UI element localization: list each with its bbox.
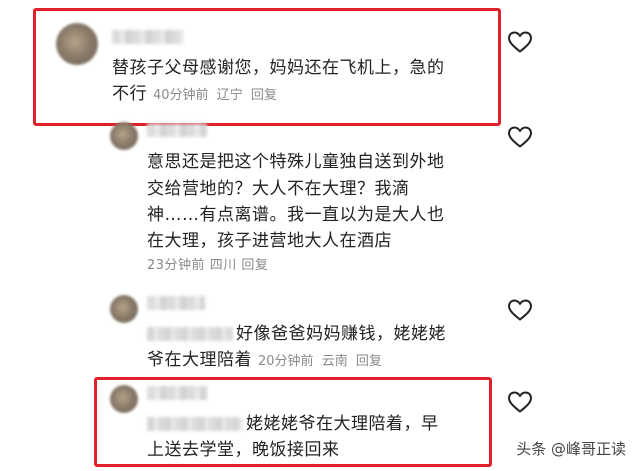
avatar[interactable] [110, 122, 138, 150]
avatar[interactable] [110, 385, 138, 413]
comment-text-line: 爷在大理陪着 20分钟前 云南 回复 [147, 350, 386, 372]
reply-to-blurred [147, 327, 233, 341]
comment-time: 40分钟前 [153, 88, 209, 103]
comment-location: 四川 [209, 258, 237, 273]
username-blurred[interactable] [147, 296, 205, 310]
reply-link[interactable]: 回复 [241, 258, 268, 273]
like-heart-icon[interactable] [507, 125, 533, 149]
comment-meta: 20分钟前 云南 回复 [258, 354, 386, 369]
comment-text-line: 好像爸爸妈妈赚钱，姥姥姥 [147, 324, 446, 344]
comment-time: 20分钟前 [258, 354, 314, 369]
comment-time: 23分钟前 [147, 258, 206, 273]
reply-link[interactable]: 回复 [251, 88, 277, 103]
comment-meta: 23分钟前 四川 回复 [147, 256, 268, 276]
comment-location: 云南 [321, 354, 348, 369]
comment-location: 辽宁 [216, 88, 243, 103]
reply-to-blurred [147, 417, 243, 431]
comment-text-line: 不行 40分钟前 辽宁 回复 [112, 84, 281, 106]
watermark: 头条 @峰哥正读 [516, 440, 626, 458]
comment-meta: 40分钟前 辽宁 回复 [153, 88, 281, 103]
like-heart-icon[interactable] [507, 298, 533, 322]
username-blurred[interactable] [147, 386, 207, 400]
username-blurred[interactable] [112, 30, 184, 44]
comment-text-line: 替孩子父母感谢您，妈妈还在飞机上，急的 [112, 58, 445, 78]
reply-link[interactable]: 回复 [356, 354, 382, 369]
comment-text-line: 交给营地的？大人不在大理？我滴 [147, 179, 410, 199]
like-heart-icon[interactable] [507, 30, 533, 54]
comment-text-line: 上送去学堂，晚饭接回来 [147, 440, 340, 460]
avatar[interactable] [110, 295, 138, 323]
username-blurred[interactable] [147, 123, 207, 137]
comment-text-line: 意思还是把这个特殊儿童独自送到外地 [147, 152, 445, 172]
comment-text-line: 在大理，孩子进营地大人在酒店 [147, 231, 392, 251]
like-heart-icon[interactable] [507, 390, 533, 414]
avatar[interactable] [56, 23, 98, 65]
comment-text-line: 姥姥姥爷在大理陪着，早 [147, 414, 439, 434]
comment-text-line: 神……有点离谱。我一直以为是大人也 [147, 205, 445, 225]
